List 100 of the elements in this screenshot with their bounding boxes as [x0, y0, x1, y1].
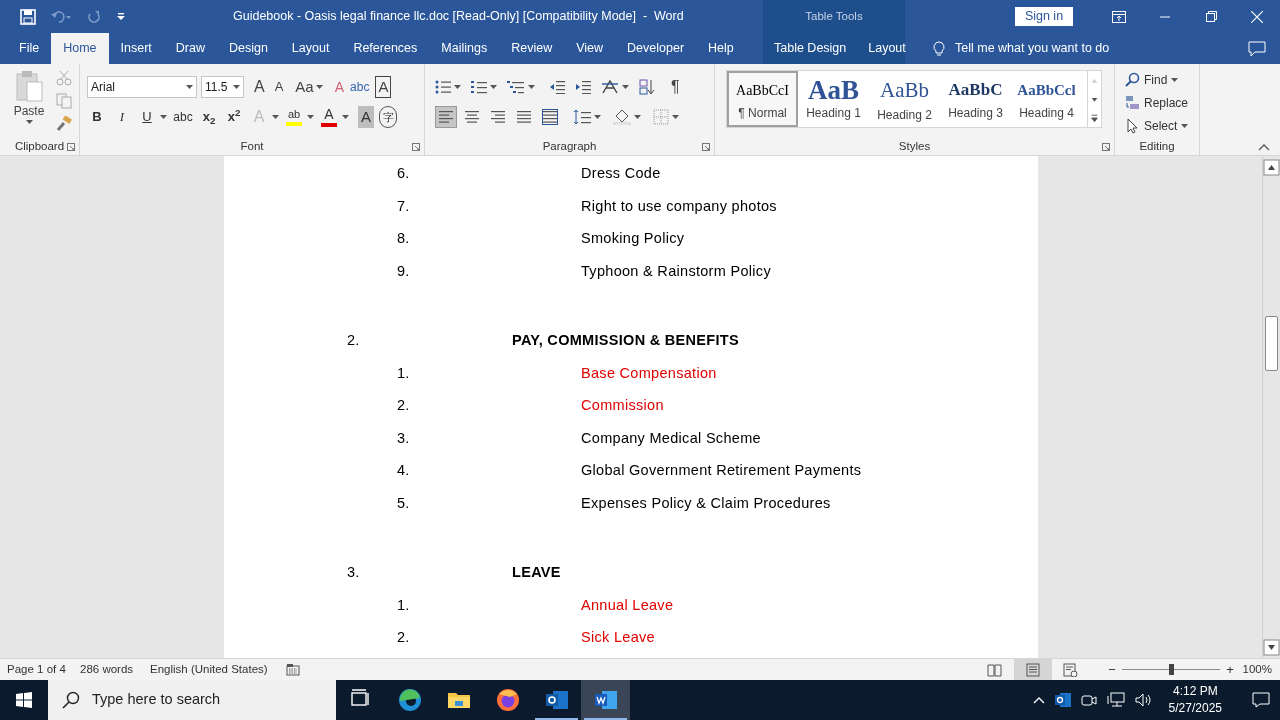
align-justify-icon	[516, 109, 532, 125]
close-icon[interactable]	[1251, 10, 1263, 23]
find-button[interactable]: Find	[1125, 70, 1199, 89]
italic-button[interactable]: I	[112, 106, 132, 128]
paste-button[interactable]: Paste	[12, 70, 46, 132]
caret-icon	[594, 115, 601, 119]
language[interactable]: English (United States)	[150, 660, 286, 679]
ribbon-tab[interactable]: Home	[51, 33, 109, 64]
shrink-font-button[interactable]: A	[274, 76, 284, 98]
underline-button[interactable]: U	[137, 106, 157, 128]
volume-icon[interactable]	[1134, 692, 1153, 708]
notification-icon[interactable]	[1252, 692, 1270, 708]
collapse-ribbon-icon[interactable]	[1258, 143, 1270, 151]
dialog-launcher-icon[interactable]	[702, 143, 710, 151]
grow-font-button[interactable]: A	[254, 76, 265, 98]
replace-button[interactable]: Replace	[1125, 93, 1199, 112]
font-size-field[interactable]: 11.5	[201, 76, 244, 98]
bullets-icon[interactable]	[435, 80, 451, 94]
slider-thumb[interactable]	[1169, 664, 1174, 675]
ribbon-tab[interactable]: Layout	[279, 33, 342, 64]
clock-date[interactable]: 5/27/2025	[1168, 700, 1222, 717]
decrease-indent-icon[interactable]	[549, 80, 565, 94]
zoom-out-button[interactable]: −	[1106, 659, 1118, 680]
list-item-text: Smoking Policy	[581, 229, 685, 249]
proofing-icon[interactable]	[286, 663, 300, 676]
ribbon-tab[interactable]: View	[564, 33, 616, 64]
ribbon-tab[interactable]: Help	[696, 33, 746, 64]
taskbar-search-field[interactable]: Type here to search	[48, 680, 336, 720]
ribbon-tab[interactable]: Mailings	[429, 33, 500, 64]
ribbon-tab[interactable]: Draw	[163, 33, 217, 64]
search-icon	[1125, 71, 1140, 88]
sign-in-button[interactable]: Sign in	[1015, 7, 1073, 26]
sort-icon[interactable]	[639, 79, 655, 95]
list-number: 1.	[397, 595, 411, 615]
increase-indent-icon[interactable]	[575, 80, 591, 94]
scroll-up-icon[interactable]	[1263, 159, 1280, 176]
ribbon-tab[interactable]: Layout	[857, 33, 917, 64]
clock-time[interactable]: 4:12 PM	[1172, 683, 1218, 700]
comment-icon[interactable]	[1248, 40, 1266, 57]
caret-icon	[233, 85, 240, 89]
style-option[interactable]: AaB Heading 1	[798, 71, 869, 127]
search-field[interactable]: Tell me what you want to do	[955, 39, 1110, 58]
ribbon-tab[interactable]: Design	[216, 33, 280, 64]
multilevel-list-icon[interactable]	[507, 80, 525, 94]
list-number: 7.	[397, 196, 411, 216]
zoom-in-button[interactable]: +	[1224, 659, 1236, 680]
zoom-level[interactable]: 100%	[1240, 660, 1280, 679]
mail-app-icon[interactable]	[1054, 692, 1071, 708]
undo-icon[interactable]	[50, 8, 72, 25]
style-option[interactable]: AaBbCcl Heading 4	[1011, 71, 1082, 127]
align-distributed-button[interactable]	[539, 106, 561, 128]
group-label: Editing	[1139, 139, 1175, 155]
style-option[interactable]: AaBb Heading 2	[869, 71, 940, 127]
strikethrough-button[interactable]: abc	[172, 106, 194, 128]
align-left-button[interactable]	[435, 106, 457, 128]
ribbon-display-icon[interactable]	[1112, 10, 1126, 23]
redo-icon[interactable]	[86, 8, 102, 25]
subscript-button[interactable]: x$_{2}$	[199, 106, 219, 128]
text-direction-icon[interactable]	[601, 80, 619, 94]
line-spacing-icon[interactable]	[573, 109, 591, 125]
superscript-button[interactable]: x$^{2}$	[224, 106, 244, 128]
page-count[interactable]: Page 1 of 4	[0, 660, 80, 679]
word-count[interactable]: 286 words	[80, 660, 150, 679]
character-shading-button[interactable]: A	[358, 106, 374, 128]
character-border-button[interactable]: A	[375, 76, 392, 98]
dialog-launcher-icon[interactable]	[412, 143, 420, 151]
vertical-scrollbar[interactable]	[1262, 156, 1280, 658]
save-icon[interactable]	[20, 8, 36, 25]
dialog-launcher-icon[interactable]	[67, 143, 75, 151]
windows-start-icon[interactable]	[16, 692, 32, 708]
restore-icon[interactable]	[1205, 11, 1217, 22]
style-option[interactable]: AaBbC Heading 3	[940, 71, 1011, 127]
caret-icon	[490, 85, 497, 89]
chevron-up-icon[interactable]	[1032, 696, 1045, 704]
highlight-button[interactable]: ab	[284, 106, 304, 128]
scroll-down-icon[interactable]	[1263, 639, 1280, 656]
font-name-field[interactable]: Arial	[87, 76, 197, 98]
bold-button[interactable]: B	[87, 106, 107, 128]
zoom-slider[interactable]	[1122, 664, 1220, 675]
shading-icon[interactable]	[613, 109, 631, 125]
format-painter-icon[interactable]	[56, 116, 72, 132]
ribbon-tab[interactable]: Developer	[615, 33, 697, 64]
scrollbar-thumb[interactable]	[1265, 316, 1278, 371]
style-option[interactable]: AaBbCcI ¶ Normal	[727, 71, 798, 127]
ribbon-tab[interactable]: File	[7, 33, 52, 64]
select-button[interactable]: Select	[1125, 116, 1199, 135]
show-formatting-button[interactable]: ¶	[671, 75, 680, 99]
camera-icon[interactable]	[1080, 692, 1097, 708]
numbering-icon[interactable]	[471, 80, 487, 94]
dialog-launcher-icon[interactable]	[1102, 143, 1110, 151]
ribbon-tab[interactable]: References	[341, 33, 430, 64]
ribbon-tab[interactable]: Review	[499, 33, 565, 64]
ribbon-tab[interactable]: Insert	[108, 33, 164, 64]
list-number: 2.	[397, 628, 411, 648]
network-icon[interactable]	[1106, 692, 1125, 708]
customize-icon[interactable]	[116, 11, 126, 22]
change-case-button[interactable]: Aa	[295, 76, 323, 98]
font-color-button[interactable]: A	[319, 106, 339, 128]
lightbulb-icon[interactable]	[933, 40, 945, 57]
phonetic-guide-button[interactable]: abc	[350, 76, 370, 98]
